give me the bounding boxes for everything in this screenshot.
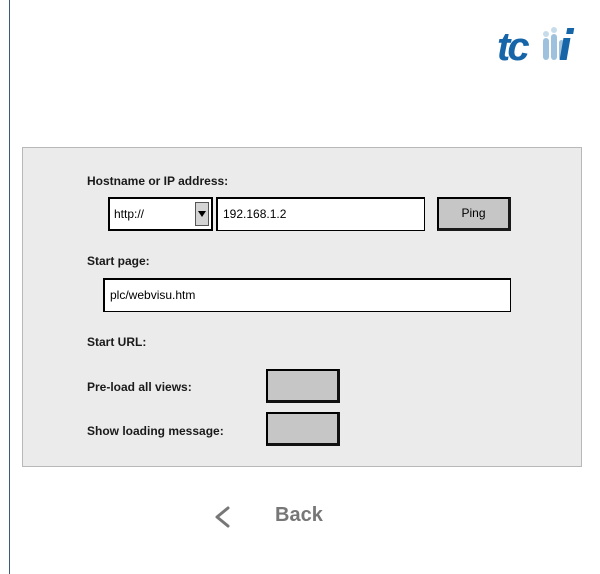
loading-message-toggle[interactable] <box>266 412 340 446</box>
preload-views-toggle[interactable] <box>266 369 340 403</box>
start-page-label: Start page: <box>87 254 150 268</box>
left-border-line <box>9 0 10 574</box>
settings-panel: Hostname or IP address: http:// 192.168.… <box>22 147 582 467</box>
back-label: Back <box>275 504 323 526</box>
protocol-select-value: http:// <box>114 207 145 221</box>
tcmi-logo: tc <box>495 18 585 78</box>
svg-text:tc: tc <box>497 25 529 69</box>
preload-views-label: Pre-load all views: <box>87 380 192 394</box>
chevron-left-icon <box>215 506 230 528</box>
protocol-select[interactable]: http:// <box>108 197 213 231</box>
dropdown-arrow-icon[interactable] <box>195 202 209 226</box>
ping-button[interactable]: Ping <box>437 197 511 231</box>
tcmi-logo-icon: tc <box>497 25 575 69</box>
start-page-input[interactable]: plc/webvisu.htm <box>103 278 511 312</box>
start-url-label: Start URL: <box>87 335 147 349</box>
hostname-input[interactable]: 192.168.1.2 <box>216 197 425 231</box>
loading-message-label: Show loading message: <box>87 424 224 438</box>
settings-screen: tc Hostname or IP address: http:// 192.1… <box>0 0 600 574</box>
hostname-label: Hostname or IP address: <box>87 174 229 188</box>
back-button[interactable]: Back <box>212 500 342 534</box>
